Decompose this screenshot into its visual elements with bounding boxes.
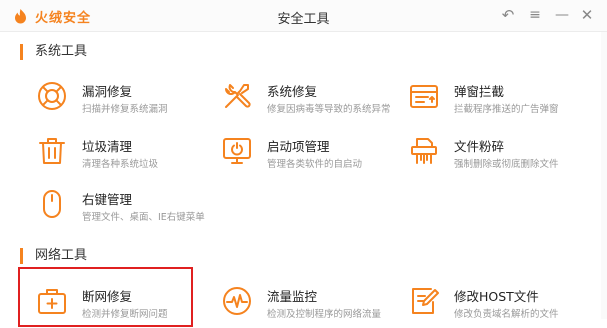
title-bar: 火绒安全 安全工具 ↶ ≡ — ✕: [0, 0, 607, 32]
tool-name: 弹窗拦截: [454, 84, 505, 99]
tool-name: 右键管理: [82, 192, 133, 207]
tool-startup-mgmt[interactable]: 启动项管理 管理各类软件的自启动: [222, 136, 402, 178]
tool-desc: 管理各类软件的自启动: [267, 159, 363, 170]
scrollbar[interactable]: [601, 32, 607, 319]
section-network-title: 网络工具: [20, 248, 87, 264]
close-icon[interactable]: ✕: [576, 5, 598, 25]
edit-document-icon: [412, 288, 439, 314]
monitor-power-icon: [223, 138, 251, 164]
tool-desc: 强制删除或彻底删除文件: [454, 159, 559, 170]
highlight-box: [18, 267, 193, 327]
shredder-icon: [411, 138, 437, 164]
tool-name: 漏洞修复: [82, 84, 133, 99]
tool-system-repair[interactable]: 系统修复 修复因病毒等导致的系统异常: [222, 81, 402, 123]
tool-traffic-monitor[interactable]: 流量监控 检测及控制程序的网络流量: [222, 286, 402, 328]
tool-name: 文件粉碎: [454, 139, 505, 154]
minimize-icon[interactable]: —: [551, 5, 573, 25]
lifebuoy-icon: [38, 82, 66, 110]
tool-desc: 拦截程序推送的广告弹窗: [454, 104, 559, 115]
tool-name: 修改HOST文件: [454, 289, 539, 304]
tool-popup-block[interactable]: 弹窗拦截 拦截程序推送的广告弹窗: [409, 81, 589, 123]
wrench-screwdriver-icon: [225, 84, 251, 108]
tool-name: 流量监控: [267, 289, 318, 304]
tool-desc: 检测及控制程序的网络流量: [267, 309, 382, 320]
tool-host-edit[interactable]: 修改HOST文件 修改负责域名解析的文件: [409, 286, 589, 328]
back-icon[interactable]: ↶: [497, 5, 519, 25]
tool-desc: 清理各种系统垃圾: [82, 159, 159, 170]
tool-name: 启动项管理: [267, 139, 330, 154]
trash-icon: [39, 138, 65, 164]
gauge-icon: [223, 287, 251, 315]
popup-window-icon: [410, 85, 438, 108]
tool-desc: 修改负责域名解析的文件: [454, 309, 559, 320]
tool-name: 垃圾清理: [82, 139, 133, 154]
tool-vuln-repair[interactable]: 漏洞修复 扫描并修复系统漏洞: [37, 81, 217, 123]
menu-icon[interactable]: ≡: [524, 5, 546, 25]
section-system-title: 系统工具: [20, 44, 87, 60]
tool-file-shredder[interactable]: 文件粉碎 强制删除或彻底删除文件: [409, 136, 589, 178]
tool-context-menu[interactable]: 右键管理 管理文件、桌面、IE右键菜单: [37, 189, 217, 231]
tool-name: 系统修复: [267, 84, 318, 99]
tool-desc: 修复因病毒等导致的系统异常: [267, 104, 391, 115]
mouse-icon: [43, 190, 61, 218]
tool-junk-clean[interactable]: 垃圾清理 清理各种系统垃圾: [37, 136, 217, 178]
tool-desc: 管理文件、桌面、IE右键菜单: [82, 212, 205, 223]
tool-desc: 扫描并修复系统漏洞: [82, 104, 168, 115]
